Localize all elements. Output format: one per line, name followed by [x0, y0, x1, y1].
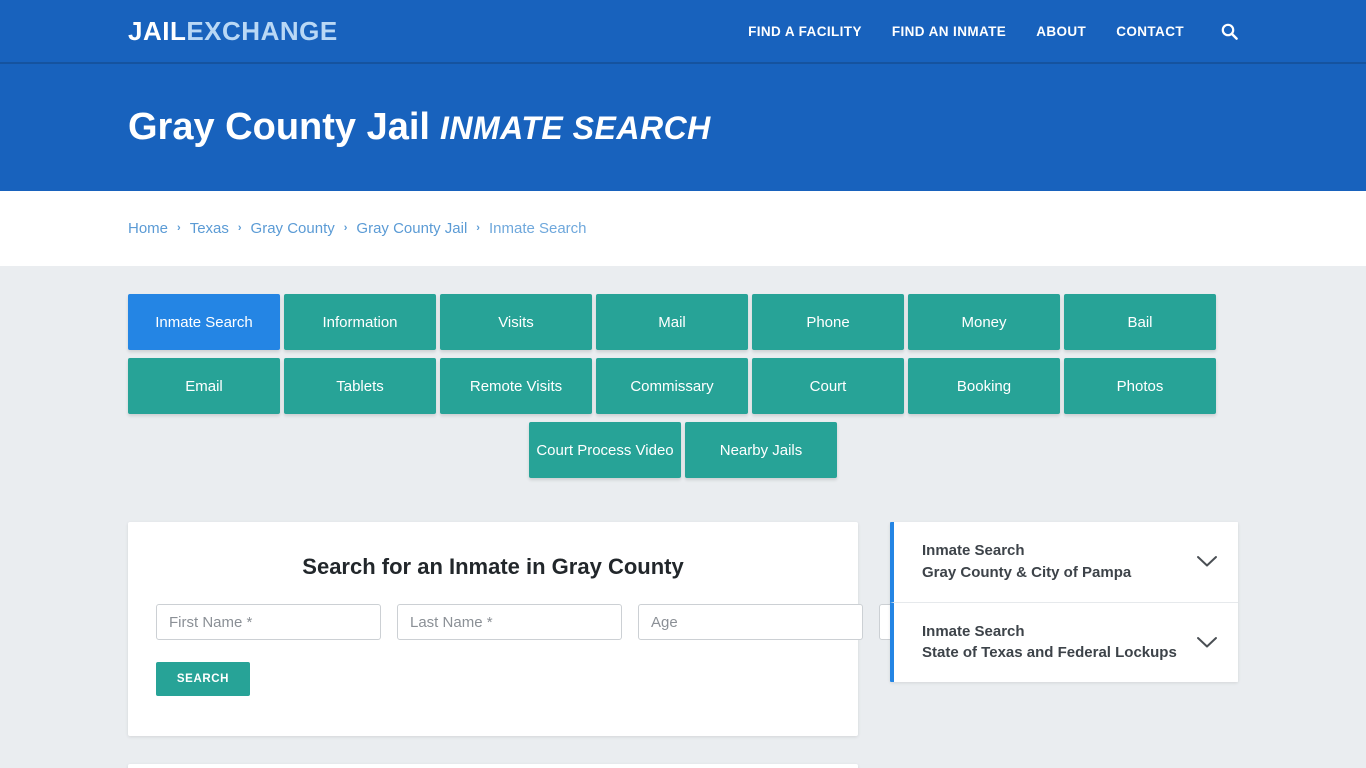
nav-item-find-a-facility[interactable]: FIND A FACILITY	[733, 24, 877, 39]
breadcrumb-separator: ›	[237, 221, 242, 234]
nav-item-about[interactable]: ABOUT	[1021, 24, 1101, 39]
page-title-main: Gray County Jail	[128, 105, 430, 148]
site-header: JAILEXCHANGE FIND A FACILITY FIND AN INM…	[0, 0, 1366, 64]
right-column: Inmate Search Gray County & City of Pamp…	[890, 522, 1238, 682]
tab-email[interactable]: Email	[128, 358, 280, 414]
accordion-item-text: Inmate Search State of Texas and Federal…	[922, 621, 1184, 665]
accordion-item-title: Inmate Search	[922, 542, 1025, 559]
breadcrumb-item-texas[interactable]: Texas	[190, 220, 229, 237]
site-logo[interactable]: JAILEXCHANGE	[128, 16, 338, 47]
page-title: Gray County Jail Inmate Search	[128, 105, 711, 149]
logo-text-primary: JAIL	[128, 15, 187, 46]
breadcrumb-band: Home › Texas › Gray County › Gray County…	[0, 191, 1366, 266]
chevron-down-icon[interactable]	[1196, 555, 1218, 568]
tab-inmate-search[interactable]: Inmate Search	[128, 294, 280, 350]
accordion-item-text: Inmate Search Gray County & City of Pamp…	[922, 540, 1184, 584]
nav-item-contact[interactable]: CONTACT	[1101, 24, 1199, 39]
breadcrumb-item-home[interactable]: Home	[128, 220, 168, 237]
logo-text-secondary: EXCHANGE	[186, 15, 338, 46]
breadcrumb-item-gray-county[interactable]: Gray County	[251, 220, 335, 237]
tab-court-process-video[interactable]: Court Process Video	[529, 422, 681, 478]
tab-bail[interactable]: Bail	[1064, 294, 1216, 350]
breadcrumb-separator: ›	[177, 221, 181, 234]
tab-money[interactable]: Money	[908, 294, 1060, 350]
search-button[interactable]: SEARCH	[156, 662, 250, 696]
secondary-card	[128, 764, 858, 768]
tab-court[interactable]: Court	[752, 358, 904, 414]
main-content: Inmate Search Information Visits Mail Ph…	[0, 266, 1366, 768]
search-form-fields: Race	[156, 604, 1039, 640]
tab-mail[interactable]: Mail	[596, 294, 748, 350]
breadcrumb-item-inmate-search: Inmate Search	[488, 220, 587, 237]
accordion-item-gray-county[interactable]: Inmate Search Gray County & City of Pamp…	[890, 522, 1238, 602]
content-columns: Search for an Inmate in Gray County Race…	[128, 522, 1238, 768]
section-tabs: Inmate Search Information Visits Mail Ph…	[128, 294, 1238, 482]
search-icon[interactable]	[1199, 23, 1238, 40]
tab-tablets[interactable]: Tablets	[284, 358, 436, 414]
tab-photos[interactable]: Photos	[1064, 358, 1216, 414]
accordion-item-subtitle: Gray County & City of Pampa	[922, 563, 1132, 581]
main-navigation: FIND A FACILITY FIND AN INMATE ABOUT CON…	[733, 23, 1238, 40]
tab-row-2: Email Tablets Remote Visits Commissary C…	[128, 358, 1238, 414]
inmate-search-card: Search for an Inmate in Gray County Race…	[128, 522, 1039, 736]
tab-visits[interactable]: Visits	[440, 294, 592, 350]
breadcrumb-separator: ›	[476, 221, 480, 234]
chevron-down-icon[interactable]	[1196, 636, 1218, 649]
tab-booking[interactable]: Booking	[908, 358, 1060, 414]
left-column: Search for an Inmate in Gray County Race…	[128, 522, 1039, 768]
first-name-input[interactable]	[156, 604, 381, 640]
breadcrumb-item-gray-county-jail[interactable]: Gray County Jail	[356, 220, 467, 237]
tab-remote-visits[interactable]: Remote Visits	[440, 358, 592, 414]
tab-information[interactable]: Information	[284, 294, 436, 350]
search-card-heading: Search for an Inmate in Gray County	[302, 554, 684, 579]
tab-phone[interactable]: Phone	[752, 294, 904, 350]
age-input[interactable]	[638, 604, 863, 640]
page-title-sub: Inmate Search	[439, 109, 711, 146]
last-name-input[interactable]	[397, 604, 622, 640]
tab-row-3: Court Process Video Nearby Jails	[128, 422, 1238, 478]
breadcrumb-separator: ›	[343, 221, 348, 234]
tab-nearby-jails[interactable]: Nearby Jails	[685, 422, 837, 478]
page-title-band: Gray County Jail Inmate Search	[0, 64, 1366, 191]
accordion-item-subtitle: State of Texas and Federal Lockups	[922, 644, 1177, 662]
inmate-search-accordion: Inmate Search Gray County & City of Pamp…	[890, 522, 1238, 682]
breadcrumb: Home › Texas › Gray County › Gray County…	[128, 220, 587, 237]
nav-item-find-an-inmate[interactable]: FIND AN INMATE	[877, 24, 1021, 39]
accordion-item-title: Inmate Search	[922, 622, 1025, 640]
tab-row-1: Inmate Search Information Visits Mail Ph…	[128, 294, 1238, 350]
tab-commissary[interactable]: Commissary	[596, 358, 748, 414]
accordion-item-state-of-texas[interactable]: Inmate Search State of Texas and Federal…	[890, 601, 1238, 682]
